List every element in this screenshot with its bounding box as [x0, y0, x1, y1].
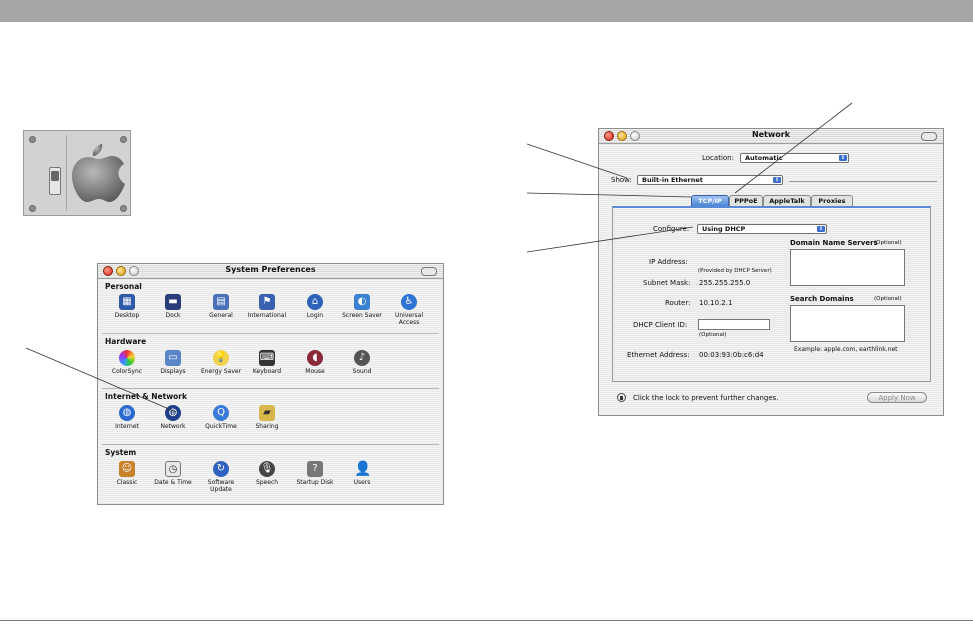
callout-line-show [526, 143, 628, 179]
callout-line-configure [526, 226, 694, 253]
callout-line-pppoe [734, 102, 853, 194]
callout-line-network-pref [25, 347, 177, 413]
callout-line-tcpip-tab [526, 192, 692, 198]
bottom-rule [0, 620, 973, 621]
callout-leader-lines [25, 102, 853, 413]
